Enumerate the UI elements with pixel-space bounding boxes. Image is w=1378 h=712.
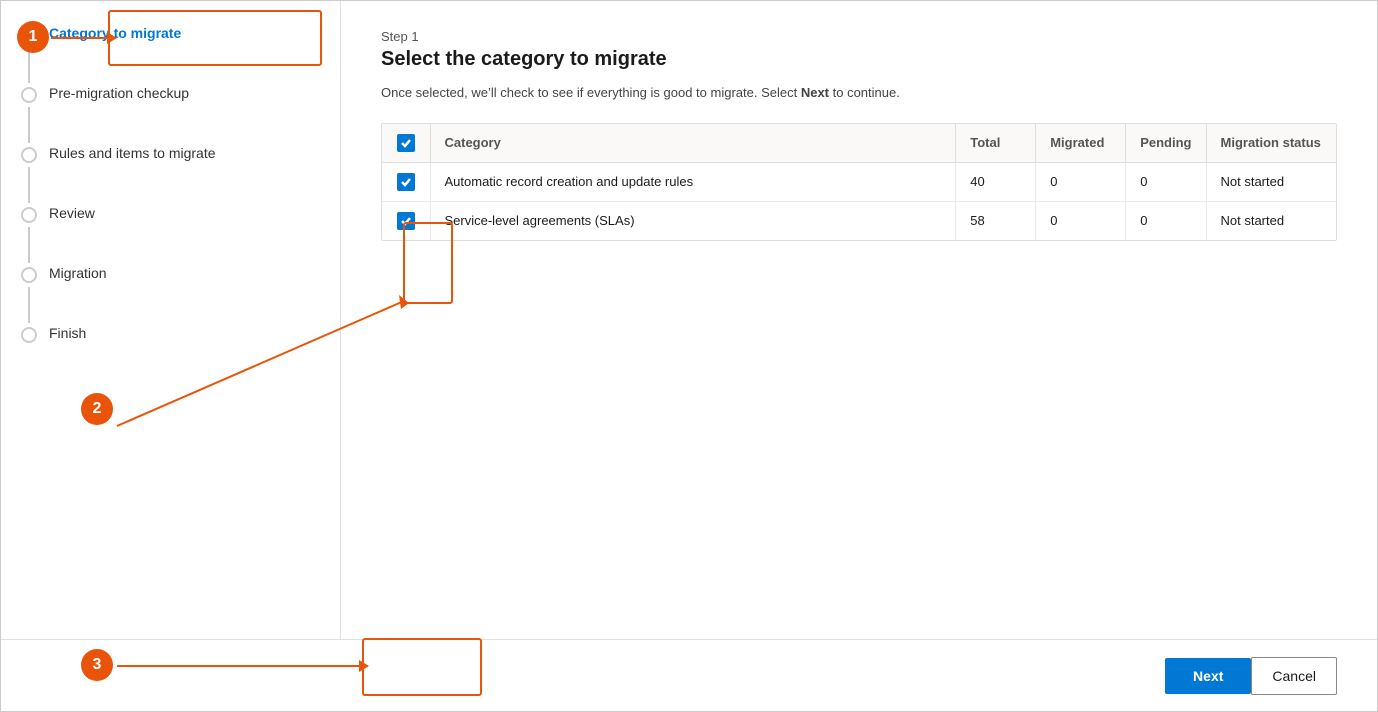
main-content: Category to migrate Pre-migration checku… — [1, 1, 1377, 639]
row-1-pending: 0 — [1126, 162, 1206, 201]
step-connector-5 — [21, 265, 37, 325]
sidebar-step-label-1: Category to migrate — [49, 25, 181, 42]
sidebar-step-label-6: Finish — [49, 325, 86, 342]
select-all-checkbox[interactable] — [397, 134, 415, 152]
row-1-migrated: 0 — [1036, 162, 1126, 201]
row-2-total: 58 — [956, 201, 1036, 240]
annotation-badge-3: 3 — [81, 649, 113, 681]
sidebar-item-review[interactable]: Review — [21, 205, 320, 265]
col-header-category: Category — [430, 124, 956, 163]
annotation-badge-1: 1 — [17, 21, 49, 53]
sidebar-item-finish[interactable]: Finish — [21, 325, 320, 345]
step-line-4 — [28, 227, 30, 263]
category-table: Category Total Migrated Pending — [381, 123, 1337, 241]
row-2-checkbox[interactable] — [397, 212, 415, 230]
sidebar-item-category-to-migrate[interactable]: Category to migrate — [21, 25, 320, 85]
col-header-migrated: Migrated — [1036, 124, 1126, 163]
sidebar-step-label-4: Review — [49, 205, 95, 222]
step-circle-3 — [21, 147, 37, 163]
footer: Next Cancel — [1, 639, 1377, 711]
row-2-migrated: 0 — [1036, 201, 1126, 240]
step-title: Select the category to migrate — [381, 48, 1337, 71]
col-header-checkbox — [382, 124, 430, 163]
step-connector-2 — [21, 85, 37, 145]
description-text-2: to continue. — [829, 85, 900, 100]
table-body: Automatic record creation and update rul… — [382, 162, 1336, 240]
table-row: Automatic record creation and update rul… — [382, 162, 1336, 201]
row-2-migration-status: Not started — [1206, 201, 1336, 240]
sidebar-item-migration[interactable]: Migration — [21, 265, 320, 325]
row-1-checkbox[interactable] — [397, 173, 415, 191]
step-line-3 — [28, 167, 30, 203]
step-connector-6 — [21, 325, 37, 345]
table-header-row: Category Total Migrated Pending — [382, 124, 1336, 163]
step-circle-2 — [21, 87, 37, 103]
step-circle-5 — [21, 267, 37, 283]
row-1-category: Automatic record creation and update rul… — [430, 162, 956, 201]
right-panel: Step 1 Select the category to migrate On… — [341, 1, 1377, 639]
sidebar-step-label-3: Rules and items to migrate — [49, 145, 216, 162]
step-connector-3 — [21, 145, 37, 205]
description-bold: Next — [801, 85, 829, 100]
table-row: Service-level agreements (SLAs) 58 0 0 N… — [382, 201, 1336, 240]
sidebar-step-label-2: Pre-migration checkup — [49, 85, 189, 102]
sidebar-item-pre-migration[interactable]: Pre-migration checkup — [21, 85, 320, 145]
step-connector-4 — [21, 205, 37, 265]
next-button[interactable]: Next — [1165, 658, 1251, 694]
sidebar: Category to migrate Pre-migration checku… — [1, 1, 341, 639]
cancel-button[interactable]: Cancel — [1251, 657, 1337, 695]
annotation-badge-2: 2 — [81, 393, 113, 425]
col-header-migration-status: Migration status — [1206, 124, 1336, 163]
row-1-migration-status: Not started — [1206, 162, 1336, 201]
row-1-checkbox-cell — [382, 162, 430, 201]
step-line-2 — [28, 107, 30, 143]
step-circle-4 — [21, 207, 37, 223]
row-2-category: Service-level agreements (SLAs) — [430, 201, 956, 240]
migration-table: Category Total Migrated Pending — [382, 124, 1336, 240]
step-number: Step 1 — [381, 29, 1337, 44]
step-circle-6 — [21, 327, 37, 343]
row-2-checkbox-cell — [382, 201, 430, 240]
app-window: 1 2 3 Category to migrate — [0, 0, 1378, 712]
description-text-1: Once selected, we’ll check to see if eve… — [381, 85, 801, 100]
col-header-total: Total — [956, 124, 1036, 163]
step-description: Once selected, we’ll check to see if eve… — [381, 83, 1337, 103]
row-1-total: 40 — [956, 162, 1036, 201]
row-2-pending: 0 — [1126, 201, 1206, 240]
sidebar-item-rules-and-items[interactable]: Rules and items to migrate — [21, 145, 320, 205]
col-header-pending: Pending — [1126, 124, 1206, 163]
step-line-5 — [28, 287, 30, 323]
sidebar-step-label-5: Migration — [49, 265, 107, 282]
